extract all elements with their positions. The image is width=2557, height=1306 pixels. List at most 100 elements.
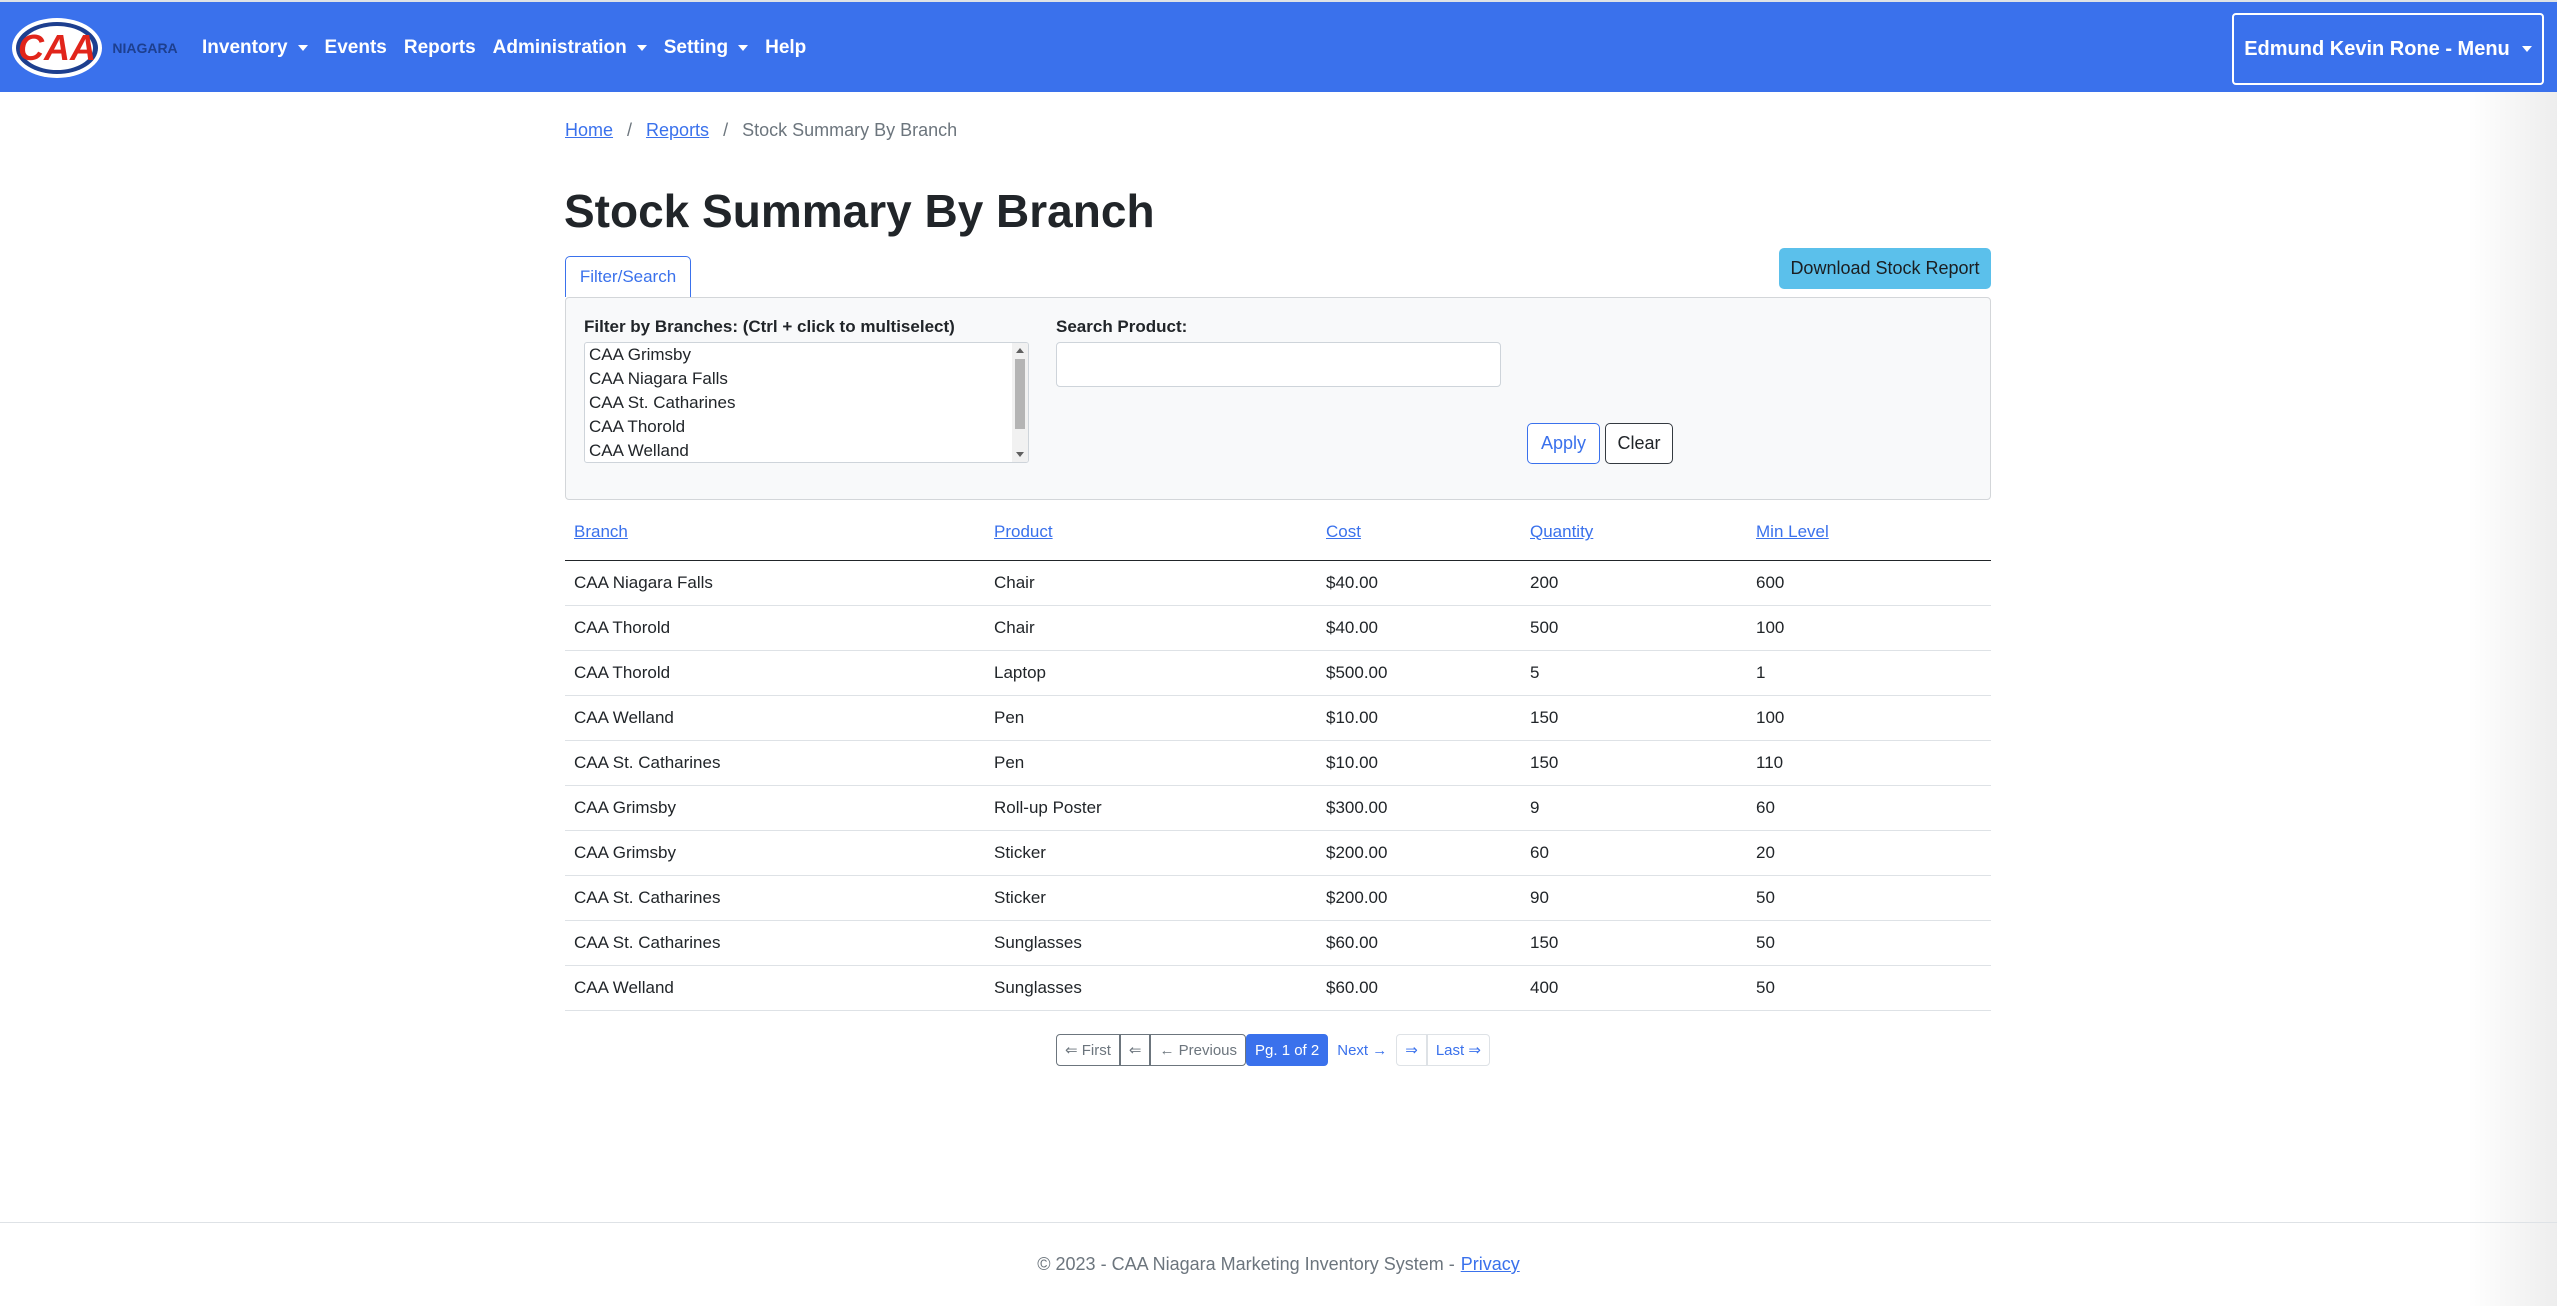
header-product: Product (985, 505, 1317, 561)
cell-branch: CAA Grimsby (565, 830, 985, 876)
branch-option[interactable]: CAA St. Catharines (585, 391, 1028, 415)
first-page-button[interactable]: ⇐ First (1056, 1034, 1120, 1066)
filter-search-toggle[interactable]: Filter/Search (565, 256, 691, 297)
cell-quantity: 400 (1521, 965, 1747, 1011)
branch-option[interactable]: CAA Niagara Falls (585, 367, 1028, 391)
pagination: ⇐ First ⇐ ← Previous Pg. 1 of 2 Next → ⇒… (1056, 1034, 1490, 1066)
cell-quantity: 500 (1521, 605, 1747, 651)
breadcrumb-reports-link[interactable]: Reports (646, 120, 709, 141)
scroll-up-icon[interactable] (1016, 348, 1024, 353)
download-stock-report-button[interactable]: Download Stock Report (1779, 248, 1991, 289)
next-arrow-button[interactable]: ⇒ (1396, 1034, 1427, 1066)
clear-button[interactable]: Clear (1605, 423, 1673, 464)
cell-product: Sticker (985, 875, 1317, 921)
table-row: CAA Niagara Falls Chair $40.00 200 600 (565, 560, 1991, 606)
nav-setting-label: Setting (663, 37, 729, 58)
cell-branch: CAA Grimsby (565, 785, 985, 831)
nav-setting[interactable]: Setting (664, 37, 765, 59)
cell-product: Roll-up Poster (985, 785, 1317, 831)
table-row: CAA St. Catharines Sticker $200.00 90 50 (565, 875, 1991, 921)
cell-cost: $200.00 (1317, 830, 1521, 876)
cell-cost: $60.00 (1317, 965, 1521, 1011)
nav-reports-label: Reports (403, 37, 476, 58)
user-menu-label: Edmund Kevin Rone - Menu (2244, 37, 2510, 60)
chevron-down-icon (636, 45, 647, 51)
chevron-down-icon (297, 45, 308, 51)
cell-min-level: 1 (1747, 650, 1991, 696)
branch-multiselect[interactable]: CAA Grimsby CAA Niagara Falls CAA St. Ca… (584, 342, 1029, 463)
cell-quantity: 5 (1521, 650, 1747, 696)
chevron-down-icon (738, 45, 749, 51)
cell-branch: CAA St. Catharines (565, 875, 985, 921)
cell-branch: CAA Welland (565, 965, 985, 1011)
sort-min-level-link[interactable]: Min Level (1756, 522, 1829, 541)
next-page-button[interactable]: Next → (1328, 1034, 1397, 1066)
search-product-input[interactable] (1056, 342, 1501, 387)
cell-product: Pen (985, 695, 1317, 741)
cell-min-level: 50 (1747, 875, 1991, 921)
cell-branch: CAA St. Catharines (565, 740, 985, 786)
branch-option[interactable]: CAA Thorold (585, 415, 1028, 439)
cell-quantity: 9 (1521, 785, 1747, 831)
top-navbar: CAA NIAGARA Inventory Events Reports Adm… (0, 0, 2557, 92)
cell-min-level: 600 (1747, 560, 1991, 606)
header-min-level: Min Level (1747, 505, 1991, 561)
nav-events-label: Events (324, 37, 387, 58)
svg-text:NIAGARA: NIAGARA (112, 40, 177, 56)
cell-cost: $10.00 (1317, 695, 1521, 741)
apply-button[interactable]: Apply (1527, 423, 1600, 464)
nav-help[interactable]: Help (765, 37, 823, 59)
privacy-link[interactable]: Privacy (1461, 1254, 1520, 1275)
nav-reports[interactable]: Reports (404, 37, 493, 59)
cell-min-level: 50 (1747, 920, 1991, 966)
cell-quantity: 150 (1521, 920, 1747, 966)
cell-product: Laptop (985, 650, 1317, 696)
cell-product: Pen (985, 740, 1317, 786)
chevron-down-icon (2521, 46, 2532, 52)
sort-branch-link[interactable]: Branch (574, 522, 628, 541)
nav-inventory[interactable]: Inventory (202, 37, 325, 59)
cell-cost: $300.00 (1317, 785, 1521, 831)
sort-cost-link[interactable]: Cost (1326, 522, 1361, 541)
header-branch: Branch (565, 505, 985, 561)
cell-product: Sunglasses (985, 965, 1317, 1011)
cell-product: Sticker (985, 830, 1317, 876)
table-row: CAA Thorold Chair $40.00 500 100 (565, 605, 1991, 651)
table-row: CAA St. Catharines Pen $10.00 150 110 (565, 740, 1991, 786)
breadcrumb-home-link[interactable]: Home (565, 120, 613, 141)
cell-min-level: 60 (1747, 785, 1991, 831)
cell-quantity: 200 (1521, 560, 1747, 606)
scroll-down-icon[interactable] (1016, 452, 1024, 457)
previous-page-button[interactable]: ← Previous (1150, 1034, 1247, 1066)
table-row: CAA Thorold Laptop $500.00 5 1 (565, 650, 1991, 696)
cell-cost: $200.00 (1317, 875, 1521, 921)
cell-quantity: 90 (1521, 875, 1747, 921)
cell-product: Chair (985, 560, 1317, 606)
header-quantity: Quantity (1521, 505, 1747, 561)
sort-quantity-link[interactable]: Quantity (1530, 522, 1593, 541)
prev-arrow-button[interactable]: ⇐ (1119, 1034, 1151, 1066)
branches-filter-label: Filter by Branches: (Ctrl + click to mul… (584, 317, 955, 336)
cell-min-level: 100 (1747, 605, 1991, 651)
caa-niagara-logo[interactable]: CAA NIAGARA (10, 15, 180, 81)
search-product-label: Search Product: (1056, 317, 1188, 336)
cell-cost: $10.00 (1317, 740, 1521, 786)
table-row: CAA St. Catharines Sunglasses $60.00 150 50 (565, 920, 1991, 966)
scroll-thumb[interactable] (1015, 359, 1025, 429)
nav-administration[interactable]: Administration (493, 37, 664, 59)
sort-product-link[interactable]: Product (994, 522, 1053, 541)
last-page-button[interactable]: Last ⇒ (1426, 1034, 1490, 1066)
branch-list-scrollbar[interactable] (1012, 343, 1028, 462)
cell-product: Chair (985, 605, 1317, 651)
cell-quantity: 60 (1521, 830, 1747, 876)
nav-administration-label: Administration (492, 37, 627, 58)
user-menu-button[interactable]: Edmund Kevin Rone - Menu (2232, 13, 2544, 85)
current-page-indicator: Pg. 1 of 2 (1246, 1034, 1329, 1066)
branch-option[interactable]: CAA Welland (585, 439, 1028, 462)
branch-option[interactable]: CAA Grimsby (585, 343, 1028, 367)
nav-events[interactable]: Events (325, 37, 404, 59)
breadcrumb: Home / Reports / Stock Summary By Branch (565, 120, 957, 141)
cell-cost: $500.00 (1317, 650, 1521, 696)
cell-min-level: 110 (1747, 740, 1991, 786)
cell-min-level: 50 (1747, 965, 1991, 1011)
